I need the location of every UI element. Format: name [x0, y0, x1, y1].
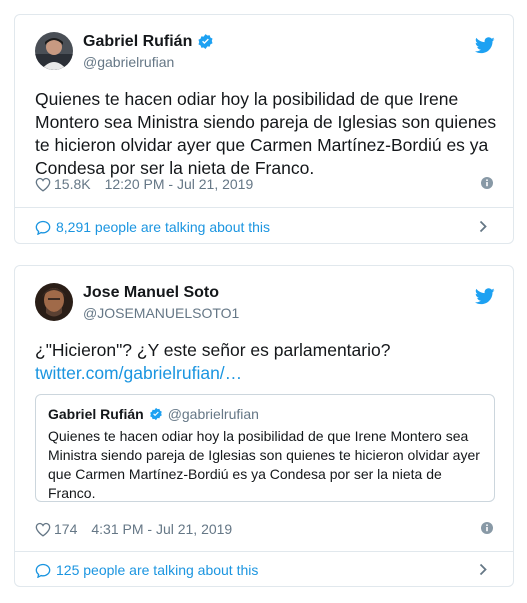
quoted-tweet-text: Quienes te hacen odiar hoy la posibilida…: [48, 428, 480, 501]
quoted-author-name[interactable]: Gabriel Rufián: [48, 405, 144, 423]
comment-bubble-icon: [35, 220, 51, 235]
avatar[interactable]: [35, 283, 73, 321]
tweet-text: Quienes te hacen odiar hoy la posibilida…: [35, 89, 497, 178]
twitter-bird-icon[interactable]: [475, 37, 495, 54]
info-icon[interactable]: [481, 522, 493, 534]
info-icon[interactable]: [481, 177, 493, 189]
author-handle[interactable]: @gabrielrufian: [83, 53, 214, 71]
tweet-meta: 15.8K 12:20 PM - Jul 21, 2019: [35, 174, 493, 194]
tweet-header: Jose Manuel Soto @JOSEMANUELSOTO1: [35, 282, 239, 322]
verified-badge-icon: [198, 34, 213, 49]
comment-bubble-icon: [35, 563, 51, 578]
tweet-meta: 174 4:31 PM - Jul 21, 2019: [35, 519, 493, 539]
quoted-tweet-link[interactable]: twitter.com/gabrielrufian/…: [35, 362, 497, 385]
timestamp[interactable]: 12:20 PM - Jul 21, 2019: [105, 176, 254, 192]
conversation-link[interactable]: 125 people are talking about this: [35, 560, 493, 580]
timestamp[interactable]: 4:31 PM - Jul 21, 2019: [91, 521, 232, 537]
divider: [15, 207, 513, 208]
avatar[interactable]: [35, 32, 73, 70]
talking-count[interactable]: 125 people are talking about this: [56, 562, 258, 578]
divider: [15, 551, 513, 552]
quoted-tweet[interactable]: Gabriel Rufián @gabrielrufian Quienes te…: [35, 394, 495, 502]
like-count[interactable]: 174: [54, 521, 77, 537]
author-handle[interactable]: @JOSEMANUELSOTO1: [83, 304, 239, 322]
author-name[interactable]: Jose Manuel Soto: [83, 283, 219, 303]
heart-icon[interactable]: [35, 177, 51, 192]
tweet-card[interactable]: Gabriel Rufián @gabrielrufian Quienes te…: [14, 14, 514, 244]
talking-count[interactable]: 8,291 people are talking about this: [56, 219, 270, 235]
tweet-header: Gabriel Rufián @gabrielrufian: [35, 31, 214, 71]
verified-badge-icon: [149, 407, 162, 421]
tweet-text: ¿"Hicieron"? ¿Y este señor es parlamenta…: [35, 340, 391, 360]
tweet-text-block: ¿"Hicieron"? ¿Y este señor es parlamenta…: [35, 339, 497, 385]
chevron-right-icon[interactable]: [479, 563, 487, 576]
author-name[interactable]: Gabriel Rufián: [83, 32, 192, 52]
like-count[interactable]: 15.8K: [54, 176, 91, 192]
conversation-link[interactable]: 8,291 people are talking about this: [35, 217, 493, 237]
quoted-author-handle[interactable]: @gabrielrufian: [168, 405, 259, 423]
heart-icon[interactable]: [35, 522, 51, 537]
chevron-right-icon[interactable]: [479, 220, 487, 233]
tweet-card[interactable]: Jose Manuel Soto @JOSEMANUELSOTO1 ¿"Hici…: [14, 265, 514, 587]
twitter-bird-icon[interactable]: [475, 288, 495, 305]
